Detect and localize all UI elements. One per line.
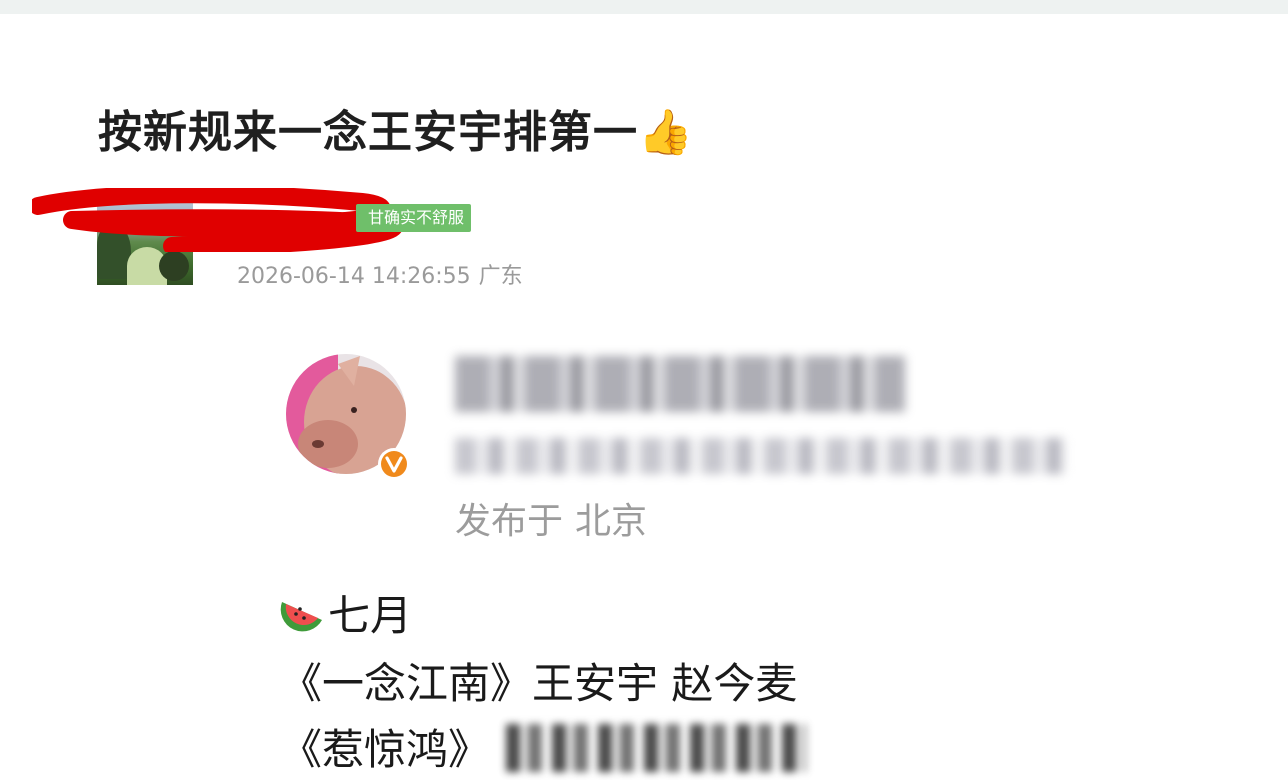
username-redaction-scribble — [32, 188, 403, 252]
content-line-show2: 《惹惊鸿》 — [280, 725, 491, 774]
watermelon-icon — [280, 602, 322, 632]
blurred-username — [455, 356, 905, 412]
post-location: 广东 — [478, 264, 523, 289]
quoted-user-avatar[interactable] — [284, 352, 408, 480]
blurred-subtitle — [455, 438, 1067, 474]
published-location: 发布于 北京 — [455, 501, 648, 542]
post-timestamp: 2026-06-14 14:26:55 — [237, 264, 471, 289]
content-line-show1: 《一念江南》王安宇 赵今麦 — [280, 659, 798, 708]
post-meta: 2026-06-14 14:26:55 广东 — [237, 258, 531, 290]
user-badge-tag: 甘确实不舒服 — [356, 204, 472, 232]
post-title: 按新规来一念王安宇排第一👍 — [98, 107, 694, 158]
blurred-cast — [506, 724, 806, 772]
content-line-month: 七月 — [280, 582, 412, 643]
top-bar — [0, 0, 1288, 14]
